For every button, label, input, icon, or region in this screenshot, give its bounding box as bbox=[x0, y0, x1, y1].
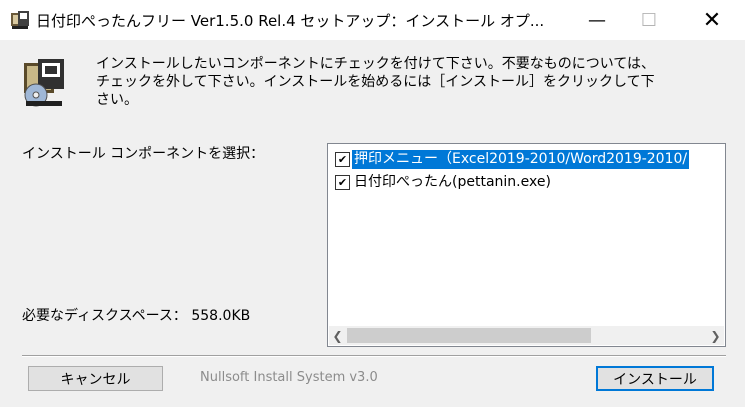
close-button[interactable]: ✕ bbox=[686, 0, 738, 40]
component-item-pettanin[interactable]: ✔ 日付印ぺったん(pettanin.exe) bbox=[329, 172, 724, 193]
disk-space-label: 必要なディスクスペース： 558.0KB bbox=[22, 308, 251, 324]
instructions-text: インストールしたいコンポーネントにチェックを付けて下さい。不要なものについては、… bbox=[96, 56, 656, 108]
scroll-left-arrow-icon[interactable]: ❮ bbox=[329, 326, 346, 345]
checkbox-pettanin[interactable]: ✔ bbox=[335, 175, 350, 190]
scroll-right-arrow-icon[interactable]: ❯ bbox=[707, 326, 724, 345]
maximize-button[interactable]: ☐ bbox=[623, 0, 675, 40]
components-list-viewport: ✔ 押印メニュー（Excel2019-2010/Word2019-2010/ ✔… bbox=[329, 145, 724, 326]
nsis-branding: Nullsoft Install System v3.0 bbox=[200, 370, 378, 385]
installer-disk-icon bbox=[24, 59, 64, 107]
component-item-stamp-menu[interactable]: ✔ 押印メニュー（Excel2019-2010/Word2019-2010/ bbox=[329, 149, 724, 170]
footer-divider bbox=[22, 355, 726, 357]
installer-app-icon bbox=[11, 11, 29, 29]
component-label: 押印メニュー（Excel2019-2010/Word2019-2010/ bbox=[352, 150, 690, 169]
cancel-button[interactable]: キャンセル bbox=[28, 366, 163, 391]
select-components-label: インストール コンポーネントを選択： bbox=[22, 146, 265, 162]
minimize-button[interactable]: — bbox=[571, 0, 623, 40]
horizontal-scrollbar[interactable]: ❮ ❯ bbox=[329, 326, 724, 345]
install-button[interactable]: インストール bbox=[596, 366, 714, 391]
checkbox-stamp-menu[interactable]: ✔ bbox=[335, 152, 350, 167]
scrollbar-thumb[interactable] bbox=[347, 328, 591, 343]
components-list[interactable]: ✔ 押印メニュー（Excel2019-2010/Word2019-2010/ ✔… bbox=[327, 143, 726, 347]
component-label: 日付印ぺったん(pettanin.exe) bbox=[354, 174, 551, 190]
window-title: 日付印ぺったんフリー Ver1.5.0 Rel.4 セットアップ：インストール … bbox=[36, 12, 545, 30]
title-bar[interactable]: 日付印ぺったんフリー Ver1.5.0 Rel.4 セットアップ：インストール … bbox=[0, 0, 745, 40]
installer-window: 日付印ぺったんフリー Ver1.5.0 Rel.4 セットアップ：インストール … bbox=[0, 0, 745, 407]
